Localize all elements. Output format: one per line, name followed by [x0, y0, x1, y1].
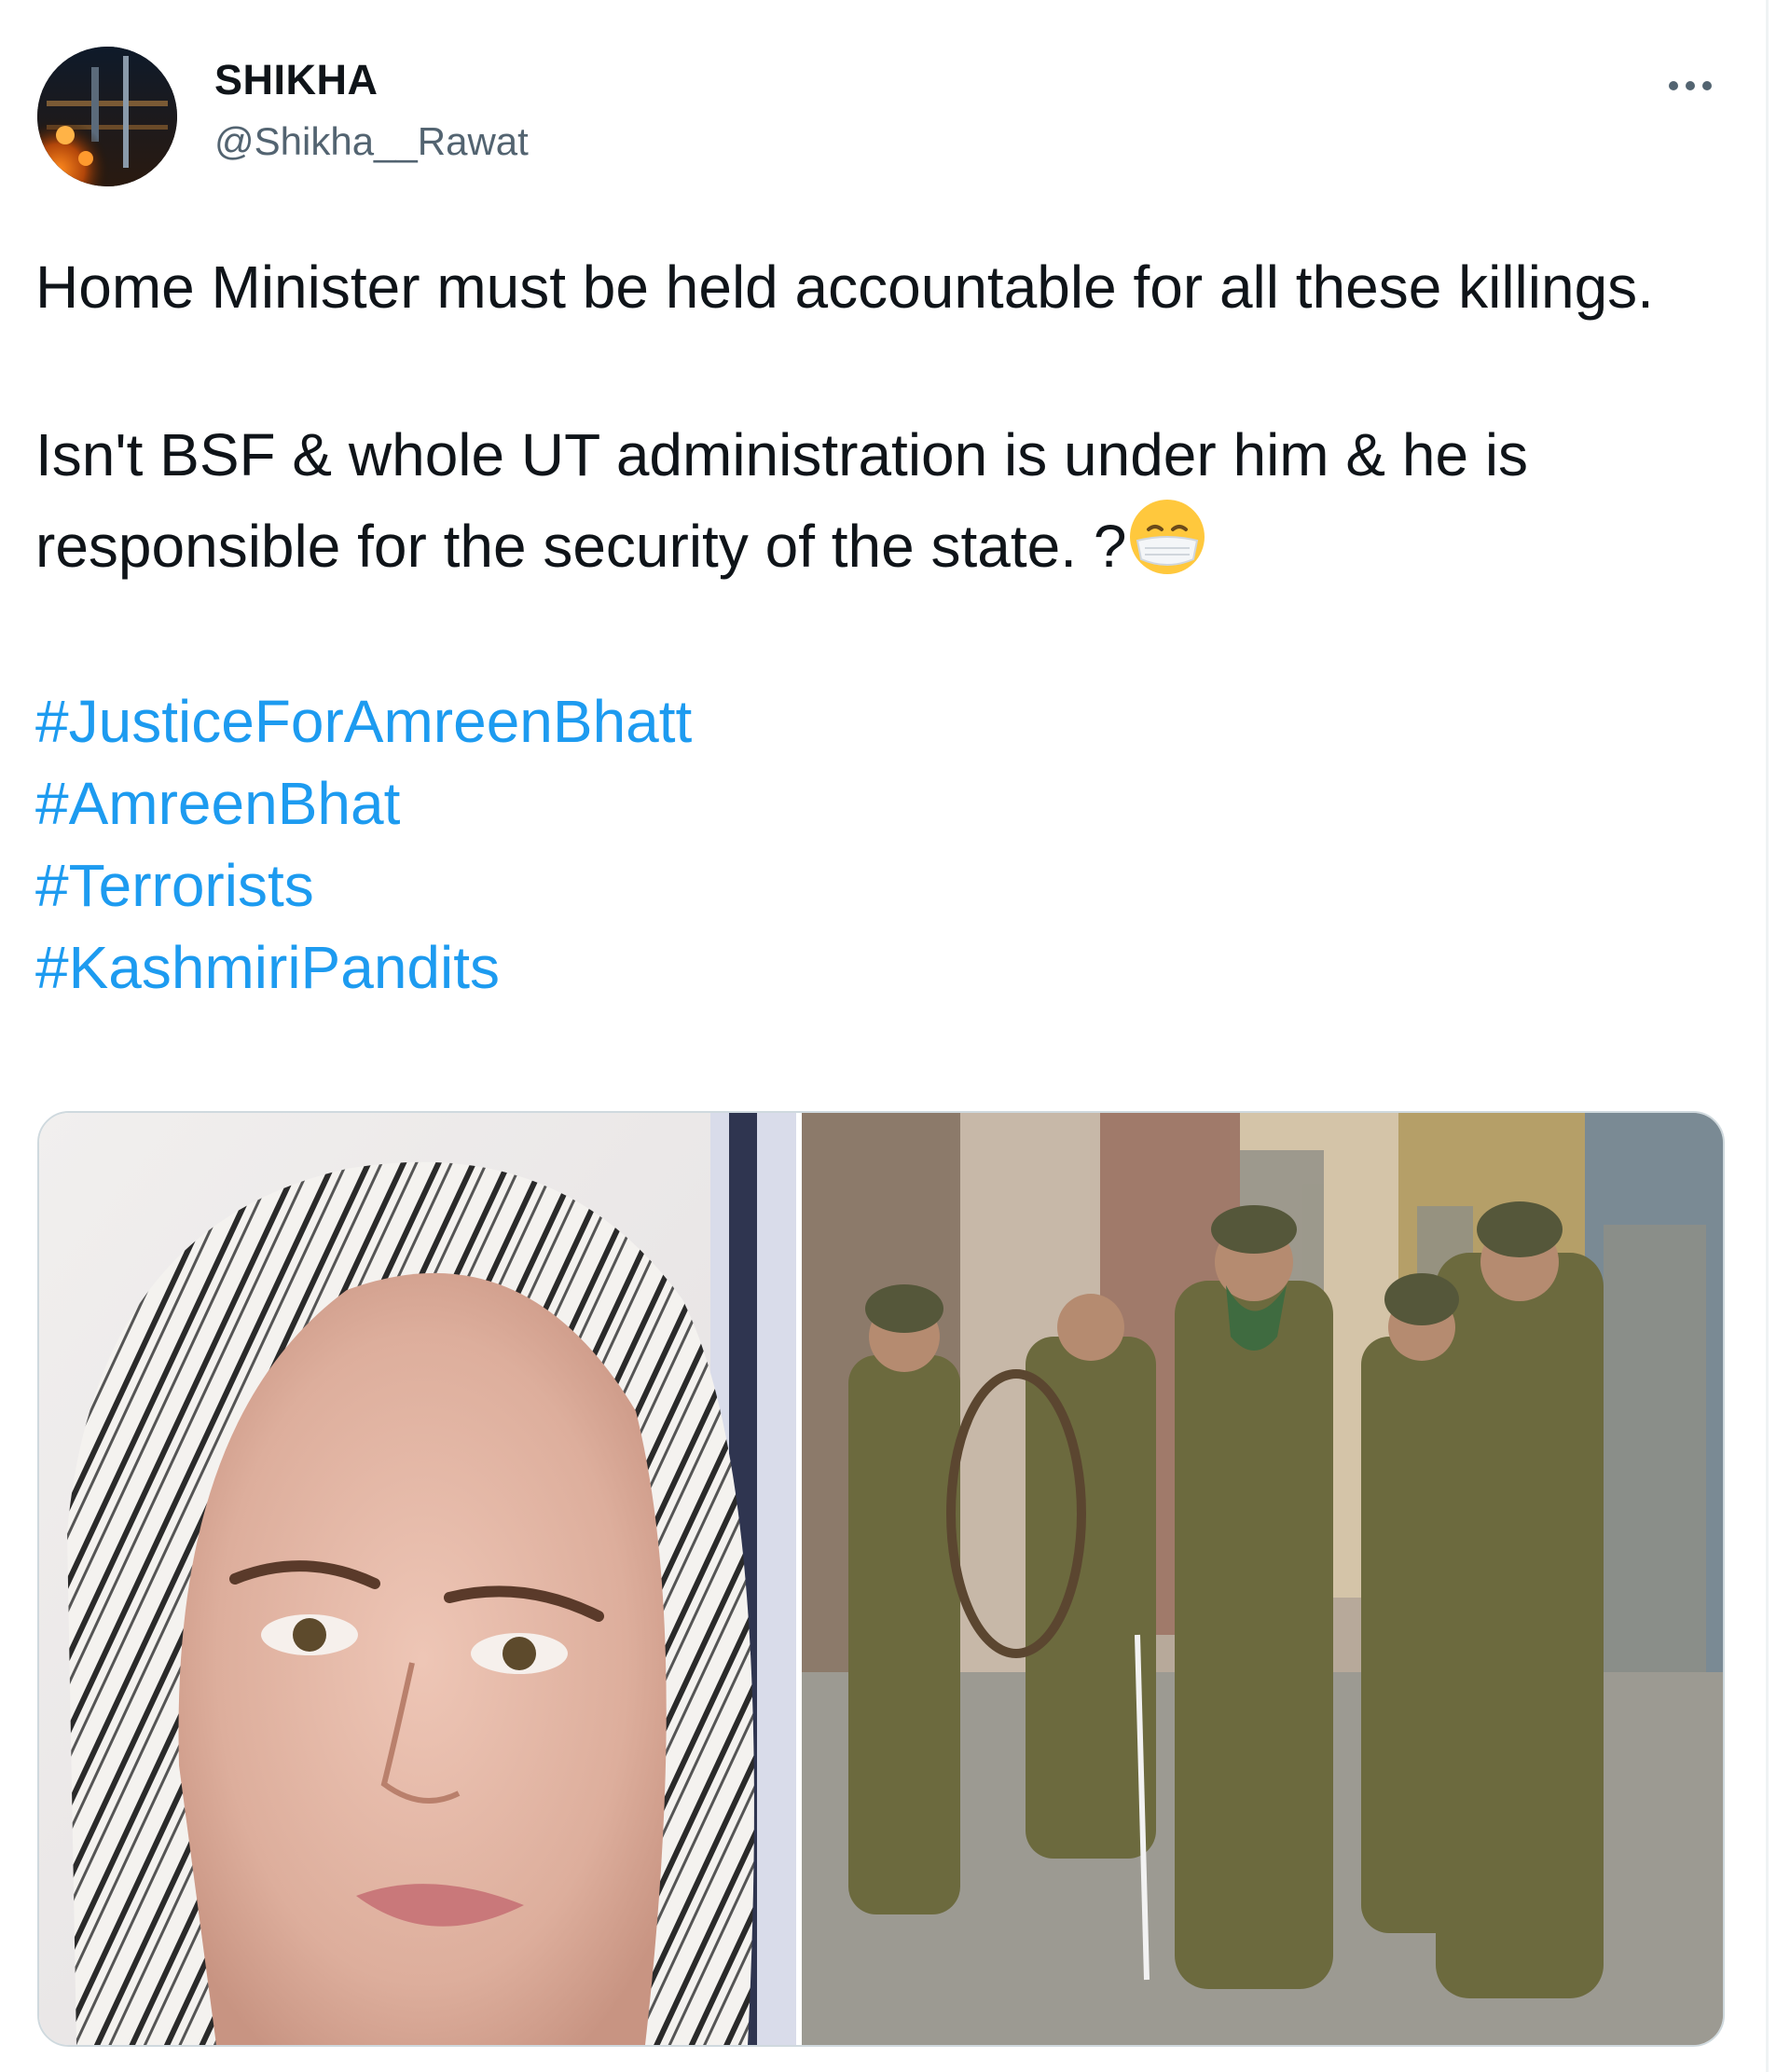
- more-horizontal-icon: [1669, 81, 1712, 90]
- face-with-medical-mask-icon: [1128, 498, 1206, 598]
- hashtag-link[interactable]: #KashmiriPandits: [35, 926, 1732, 1009]
- hashtag-link[interactable]: #JusticeForAmreenBhatt: [35, 680, 1732, 762]
- tweet-paragraph: Isn't BSF & whole UT administration is u…: [35, 412, 1732, 598]
- avatar[interactable]: [37, 47, 177, 186]
- author-display-name[interactable]: SHIKHA: [214, 56, 379, 104]
- hashtag-link[interactable]: #Terrorists: [35, 844, 1732, 926]
- tweet-card: SHIKHA @Shikha__Rawat Home Minister must…: [0, 0, 1790, 2072]
- portrait-photo-image: [39, 1113, 796, 2045]
- tweet-text: Home Minister must be held accountable f…: [35, 244, 1732, 1009]
- tweet-photo-street[interactable]: [802, 1113, 1723, 2045]
- street-photo-image: [802, 1113, 1723, 2045]
- more-options-button[interactable]: [1658, 58, 1723, 114]
- tweet-paragraph: Home Minister must be held accountable f…: [35, 254, 1654, 321]
- avatar-image: [37, 47, 177, 186]
- timeline-divider: [1766, 0, 1769, 2072]
- hashtag-list: #JusticeForAmreenBhatt #AmreenBhat #Terr…: [35, 680, 1732, 1009]
- author-handle[interactable]: @Shikha__Rawat: [214, 119, 529, 164]
- tweet-media-grid: [37, 1111, 1725, 2047]
- tweet-paragraph-text: Isn't BSF & whole UT administration is u…: [35, 421, 1529, 580]
- hashtag-link[interactable]: #AmreenBhat: [35, 762, 1732, 844]
- tweet-photo-portrait[interactable]: [39, 1113, 796, 2045]
